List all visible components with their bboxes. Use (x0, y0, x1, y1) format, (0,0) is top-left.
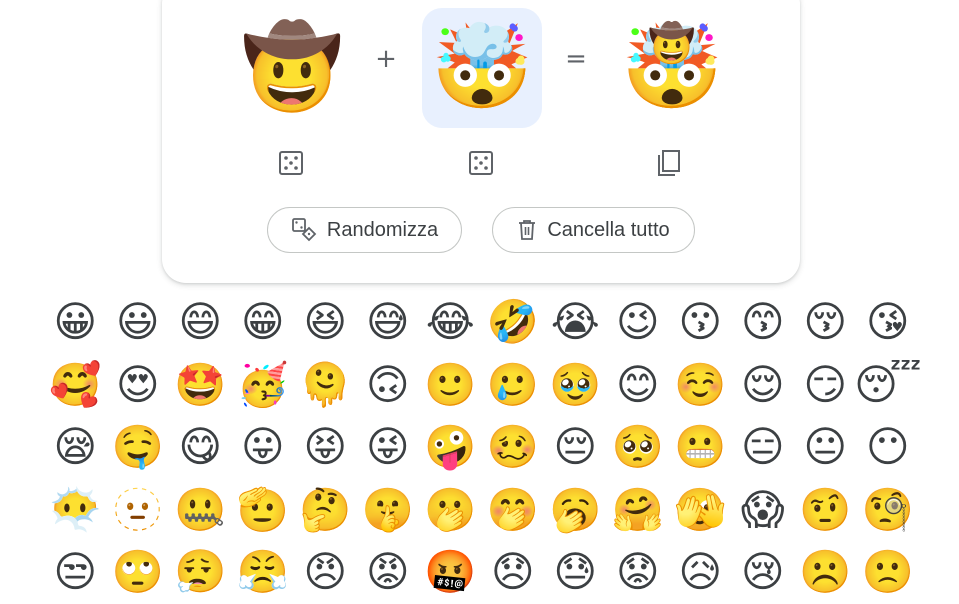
emoji-grid-item[interactable]: 😑 (732, 416, 795, 479)
emoji-grid-item[interactable]: 😬 (669, 416, 732, 479)
trash-icon (517, 219, 537, 241)
emoji-grid-item[interactable]: 😤 (232, 541, 295, 604)
emoji-grid-item[interactable]: 😡 (357, 541, 420, 604)
emoji-grid-item[interactable]: 😛 (232, 416, 295, 479)
emoji-grid-item[interactable]: 😌 (732, 354, 795, 417)
emoji-grid-item[interactable]: 🤩 (169, 354, 232, 417)
emoji-grid-item[interactable]: 😃 (107, 291, 170, 354)
emoji-grid-item[interactable]: 🧐 (857, 479, 920, 542)
copy-icon (658, 150, 680, 176)
emoji-grid-item[interactable]: 🥲 (482, 354, 545, 417)
emoji-grid-item[interactable]: 😉 (607, 291, 670, 354)
result-emoji-slot[interactable]: 🤯 🤠 (612, 8, 732, 128)
emoji-grid-item[interactable]: 😒 (44, 541, 107, 604)
emoji-grid-item[interactable]: 🤬 (419, 541, 482, 604)
emoji-grid-item[interactable]: 🫡 (232, 479, 295, 542)
emoji-grid-item[interactable]: 😴 (854, 354, 921, 417)
emoji-grid-item[interactable]: ☹️ (794, 541, 857, 604)
emoji-kitchen-card: 🤠 + 🤯 = 🤯 🤠 Randomizza Cancella tutto (162, 0, 800, 283)
emoji-grid-item[interactable]: 🥹 (544, 354, 607, 417)
emoji-grid-item[interactable]: 🤭 (482, 479, 545, 542)
clear-all-button[interactable]: Cancella tutto (492, 207, 695, 253)
emoji-grid-item[interactable]: 🙁 (857, 541, 920, 604)
emoji-grid-item[interactable]: 😐 (794, 416, 857, 479)
dice-icon (279, 151, 303, 175)
emoji-grid-item[interactable]: 😢 (732, 541, 795, 604)
emoji-grid-item[interactable]: 🙄 (107, 541, 170, 604)
emoji-grid-item[interactable]: 😙 (732, 291, 795, 354)
left-emoji: 🤠 (240, 20, 344, 115)
emoji-grid-item[interactable]: 😜 (357, 416, 420, 479)
emoji-grid-item[interactable]: 😠 (294, 541, 357, 604)
emoji-grid-item[interactable]: 😓 (544, 541, 607, 604)
left-emoji-slot[interactable]: 🤠 (232, 8, 352, 128)
randomize-button[interactable]: Randomizza (267, 207, 462, 253)
emoji-grid-item[interactable]: 😟 (607, 541, 670, 604)
result-hat-emoji: 🤠 (648, 21, 696, 65)
emoji-grid-item[interactable]: 🤫 (357, 479, 420, 542)
emoji-grid-item[interactable]: 🫣 (669, 479, 732, 542)
emoji-grid-item[interactable]: 😋 (169, 416, 232, 479)
emoji-grid-item[interactable]: 🥴 (482, 416, 545, 479)
emoji-grid-item[interactable]: 😏 (794, 354, 857, 417)
emoji-grid-item[interactable]: 😄 (169, 291, 232, 354)
randomize-left-button[interactable] (275, 147, 307, 179)
emoji-grid-item[interactable]: 🫢 (419, 479, 482, 542)
emoji-grid-item[interactable]: 😗 (669, 291, 732, 354)
dice-shapes-icon (291, 217, 317, 243)
emoji-grid-item[interactable]: 😶 (857, 416, 920, 479)
emoji-grid: 😀 😃 😄 😁 😆 😅 😂 🤣 😭 😉 😗 😙 😚 😘 🥰 😍 🤩 🥳 🫠 🙃 🙂 🥲 🥹 😊 ☺️ 😌 😏 😴 😪 🤤 😋 😛 😝 😜 🤪 🥴 😔 🥺 😬… (44, 291, 921, 604)
emoji-grid-item[interactable]: 🤨 (794, 479, 857, 542)
emoji-grid-item[interactable]: 😂 (419, 291, 482, 354)
emoji-grid-item[interactable]: 😀 (44, 291, 107, 354)
emoji-grid-item[interactable]: 🙃 (357, 354, 420, 417)
emoji-grid-item[interactable]: 😪 (44, 416, 107, 479)
emoji-grid-item[interactable]: 😥 (669, 541, 732, 604)
emoji-grid-item[interactable]: 🤗 (607, 479, 670, 542)
emoji-grid-item[interactable]: 🤤 (107, 416, 170, 479)
emoji-grid-item[interactable]: 🥰 (44, 354, 107, 417)
emoji-grid-item[interactable]: 🤐 (169, 479, 232, 542)
emoji-grid-item[interactable]: ☺️ (669, 354, 732, 417)
emoji-grid-item[interactable]: 😆 (294, 291, 357, 354)
equals-sign: = (565, 44, 587, 74)
middle-emoji: 🤯 (430, 20, 534, 115)
randomize-label: Randomizza (326, 218, 439, 241)
emoji-grid-item[interactable]: 😱 (732, 479, 795, 542)
emoji-grid-item[interactable]: 😘 (857, 291, 920, 354)
emoji-grid-item[interactable]: 😍 (107, 354, 170, 417)
clear-all-label: Cancella tutto (547, 218, 670, 241)
emoji-grid-item[interactable]: 😝 (294, 416, 357, 479)
emoji-grid-item[interactable]: 🤔 (294, 479, 357, 542)
randomize-middle-button[interactable] (465, 147, 497, 179)
emoji-grid-item[interactable]: 😞 (482, 541, 545, 604)
middle-emoji-slot[interactable]: 🤯 (422, 8, 542, 128)
emoji-grid-item[interactable]: 🫠 (294, 354, 357, 417)
emoji-grid-item[interactable]: 🫥 (107, 479, 170, 542)
plus-sign: + (375, 44, 397, 74)
dice-icon (469, 151, 493, 175)
emoji-grid-item[interactable]: 🥺 (607, 416, 670, 479)
emoji-grid-item[interactable]: 😊 (607, 354, 670, 417)
emoji-grid-item[interactable]: 😭 (544, 291, 607, 354)
emoji-grid-item[interactable]: 😅 (357, 291, 420, 354)
emoji-grid-item[interactable]: 🤪 (419, 416, 482, 479)
copy-result-button[interactable] (653, 147, 685, 179)
emoji-grid-item[interactable]: 😔 (544, 416, 607, 479)
emoji-grid-item[interactable]: 🥳 (232, 354, 295, 417)
emoji-grid-item[interactable]: 🥱 (544, 479, 607, 542)
emoji-grid-item[interactable]: 😮‍💨 (169, 541, 232, 604)
emoji-grid-item[interactable]: 🤣 (482, 291, 545, 354)
emoji-grid-item[interactable]: 😚 (794, 291, 857, 354)
emoji-grid-item[interactable]: 🙂 (419, 354, 482, 417)
emoji-grid-item[interactable]: 😁 (232, 291, 295, 354)
emoji-grid-item[interactable]: 😶‍🌫️ (44, 479, 107, 542)
